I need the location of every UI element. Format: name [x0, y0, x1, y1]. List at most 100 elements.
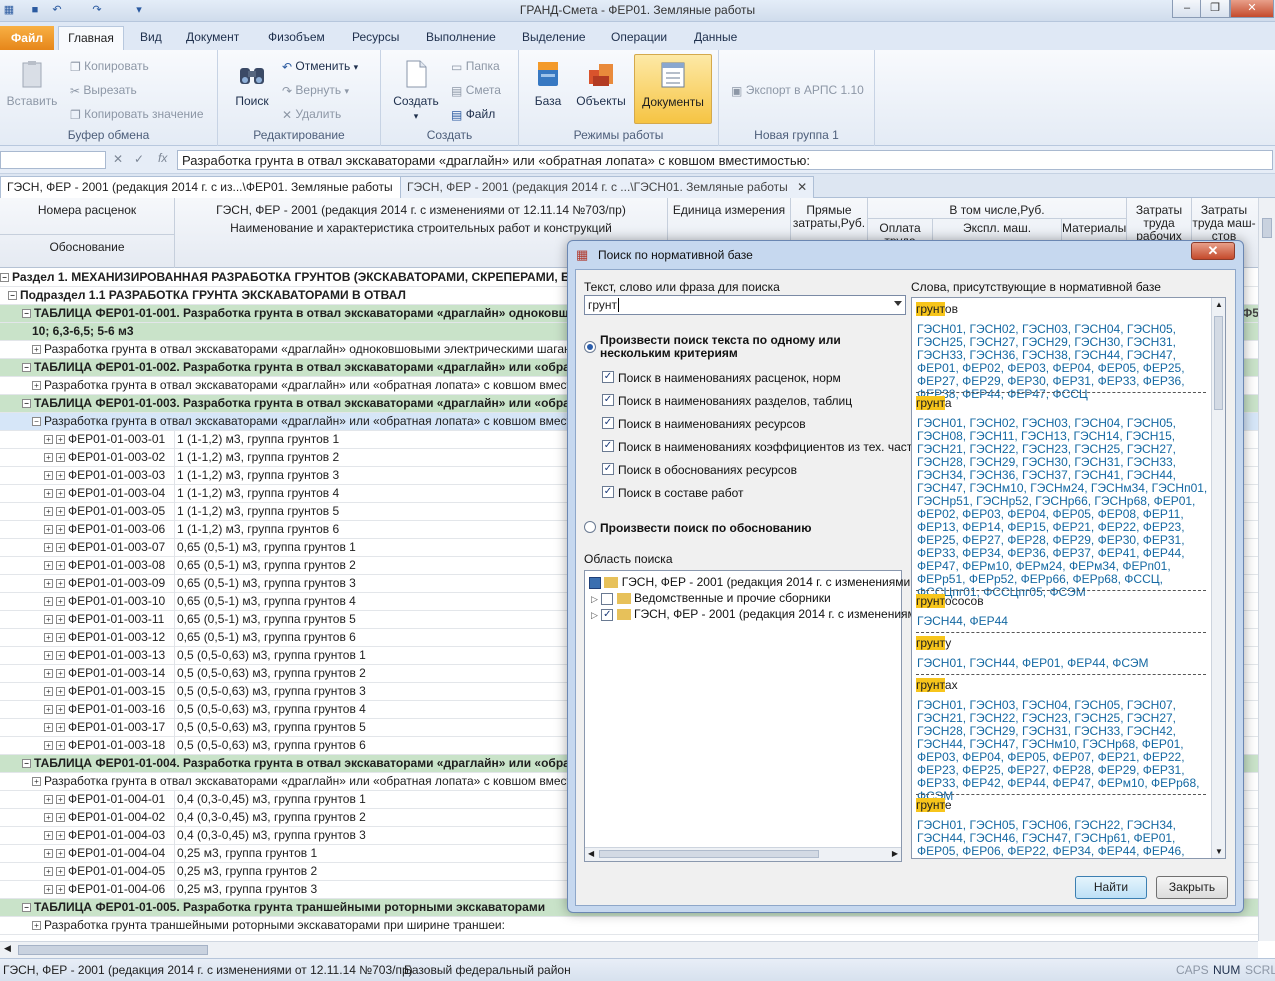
expand-icon[interactable]: +	[56, 813, 65, 823]
close-dialog-button[interactable]: Закрыть	[1156, 876, 1228, 899]
tab-file[interactable]: Файл	[0, 26, 54, 50]
maximize-button[interactable]: ❐	[1200, 0, 1230, 18]
word-entry[interactable]: грунте	[916, 798, 952, 812]
paste-button[interactable]: Вставить	[4, 58, 60, 108]
criteria-checkbox[interactable]: ✓	[602, 417, 614, 429]
find-button[interactable]: Найти	[1075, 876, 1147, 899]
word-references[interactable]: ГЭСН01, ГЭСН05, ГЭСН06, ГЭСН22, ГЭСН34, …	[917, 819, 1209, 859]
collapse-icon[interactable]: −	[22, 759, 31, 769]
close-icon[interactable]: ✕	[797, 180, 807, 194]
collapse-icon[interactable]: −	[22, 363, 31, 373]
expand-icon[interactable]: +	[56, 867, 65, 877]
expand-icon[interactable]: +	[56, 597, 65, 607]
expand-icon[interactable]: +	[56, 687, 65, 697]
scroll-thumb[interactable]	[18, 945, 208, 955]
scroll-down-icon[interactable]: ▼	[1215, 847, 1223, 856]
expand-icon[interactable]: +	[44, 849, 53, 859]
collapse-icon[interactable]: −	[22, 399, 31, 409]
tab-document[interactable]: Документ	[186, 30, 239, 44]
tree-hscroll[interactable]: ◀ ▶	[585, 847, 901, 861]
word-entry[interactable]: грунта	[916, 396, 952, 410]
folder-button[interactable]: ▭ Папка	[451, 59, 500, 74]
close-window-button[interactable]: ✕	[1230, 0, 1274, 18]
collapse-icon[interactable]: −	[8, 291, 17, 301]
expand-icon[interactable]: +	[44, 795, 53, 805]
estimate-button[interactable]: ▤ Смета	[451, 83, 501, 98]
expand-icon[interactable]: +	[44, 543, 53, 553]
header-machine-ops[interactable]: Экспл. маш.	[933, 222, 1061, 235]
expand-icon[interactable]: +	[56, 885, 65, 895]
expand-icon[interactable]: +	[44, 597, 53, 607]
expand-icon[interactable]: +	[44, 651, 53, 661]
expand-icon[interactable]: +	[44, 615, 53, 625]
criteria-checkbox[interactable]: ✓	[602, 371, 614, 383]
expand-icon[interactable]: +	[44, 489, 53, 499]
scroll-up-icon[interactable]: ▲	[1215, 300, 1223, 309]
partial-check-icon[interactable]	[589, 576, 601, 589]
word-references[interactable]: ГЭСН44, ФЕР44	[917, 615, 1209, 628]
expand-icon[interactable]: +	[44, 471, 53, 481]
word-entry[interactable]: грунтах	[916, 678, 958, 692]
expand-icon[interactable]: +	[56, 723, 65, 733]
name-box[interactable]	[0, 151, 106, 169]
expand-icon[interactable]: +	[44, 579, 53, 589]
header-basis[interactable]: Обоснование	[0, 241, 174, 254]
expand-icon[interactable]: +	[44, 813, 53, 823]
word-references[interactable]: ГЭСН01, ГЭСН44, ФЕР01, ФЕР44, ФСЭМ	[917, 657, 1209, 670]
expand-icon[interactable]: +	[56, 543, 65, 553]
expand-icon[interactable]: +	[56, 795, 65, 805]
tab-data[interactable]: Данные	[694, 30, 737, 44]
collapse-icon[interactable]: −	[22, 309, 31, 319]
header-labor-workers[interactable]: Затраты труда рабочих	[1127, 204, 1191, 242]
word-entry[interactable]: грунтососов	[916, 594, 984, 608]
tree-item-departmental[interactable]: ▷ Ведомственные и прочие сборники	[591, 591, 831, 605]
expand-icon[interactable]: +	[56, 561, 65, 571]
tree-root[interactable]: ГЭСН, ФЕР - 2001 (редакция 2014 г. с изм…	[589, 575, 925, 589]
expand-icon[interactable]: +	[44, 885, 53, 895]
expand-icon[interactable]: +	[44, 723, 53, 733]
scroll-thumb[interactable]	[1214, 316, 1223, 410]
tab-operations[interactable]: Операции	[611, 30, 667, 44]
expand-icon[interactable]: ▷	[591, 594, 598, 604]
horizontal-scrollbar[interactable]: ◀	[0, 941, 1258, 958]
expand-icon[interactable]: +	[56, 651, 65, 661]
tab-physvolume[interactable]: Физобъем	[268, 30, 325, 44]
expand-icon[interactable]: +	[44, 831, 53, 841]
expand-icon[interactable]: +	[56, 435, 65, 445]
expand-icon[interactable]: +	[44, 867, 53, 877]
tab-view[interactable]: Вид	[140, 30, 162, 44]
criteria-checkbox[interactable]: ✓	[602, 394, 614, 406]
scroll-left-icon[interactable]: ◀	[588, 849, 594, 858]
expand-icon[interactable]: +	[32, 777, 41, 787]
file-button[interactable]: ▤ Файл	[451, 107, 495, 122]
formula-text[interactable]: Разработка грунта в отвал экскаваторами …	[177, 150, 1273, 170]
search-button[interactable]: Поиск	[228, 58, 276, 108]
dialog-close-button[interactable]: ✕	[1191, 242, 1235, 260]
header-including[interactable]: В том числе,Руб.	[868, 204, 1126, 217]
tab-selection[interactable]: Выделение	[522, 30, 586, 44]
scroll-thumb[interactable]	[599, 850, 819, 858]
expand-icon[interactable]: +	[56, 489, 65, 499]
scroll-left-icon[interactable]: ◀	[4, 943, 11, 954]
word-references[interactable]: ГЭСН01, ГЭСН02, ГЭСН03, ГЭСН04, ГЭСН05, …	[917, 417, 1209, 599]
scroll-thumb[interactable]	[1262, 218, 1272, 238]
chevron-down-icon[interactable]	[894, 301, 902, 306]
header-work-name[interactable]: Наименование и характеристика строительн…	[175, 222, 667, 235]
expand-icon[interactable]: +	[56, 471, 65, 481]
expand-icon[interactable]: +	[44, 633, 53, 643]
criteria-checkbox[interactable]: ✓	[602, 486, 614, 498]
search-input[interactable]: грунт	[584, 295, 906, 315]
expand-icon[interactable]: ▷	[591, 610, 598, 620]
expand-icon[interactable]: +	[32, 921, 41, 931]
radio-criteria-search[interactable]	[584, 341, 596, 353]
radio-basis-search[interactable]	[584, 521, 596, 533]
word-references[interactable]: ГЭСН01, ГЭСН03, ГЭСН04, ГЭСН05, ГЭСН07, …	[917, 699, 1209, 803]
word-references[interactable]: ГЭСН01, ГЭСН02, ГЭСН03, ГЭСН04, ГЭСН05, …	[917, 323, 1209, 401]
expand-icon[interactable]: +	[44, 561, 53, 571]
delete-button[interactable]: ✕ Удалить	[282, 107, 341, 122]
tab-resources[interactable]: Ресурсы	[352, 30, 399, 44]
header-labor-pay[interactable]: Оплата труда	[868, 222, 932, 242]
header-rate-numbers[interactable]: Номера расценок	[0, 204, 174, 217]
create-button[interactable]: Создать ▾	[391, 58, 441, 122]
expand-icon[interactable]: +	[44, 507, 53, 517]
